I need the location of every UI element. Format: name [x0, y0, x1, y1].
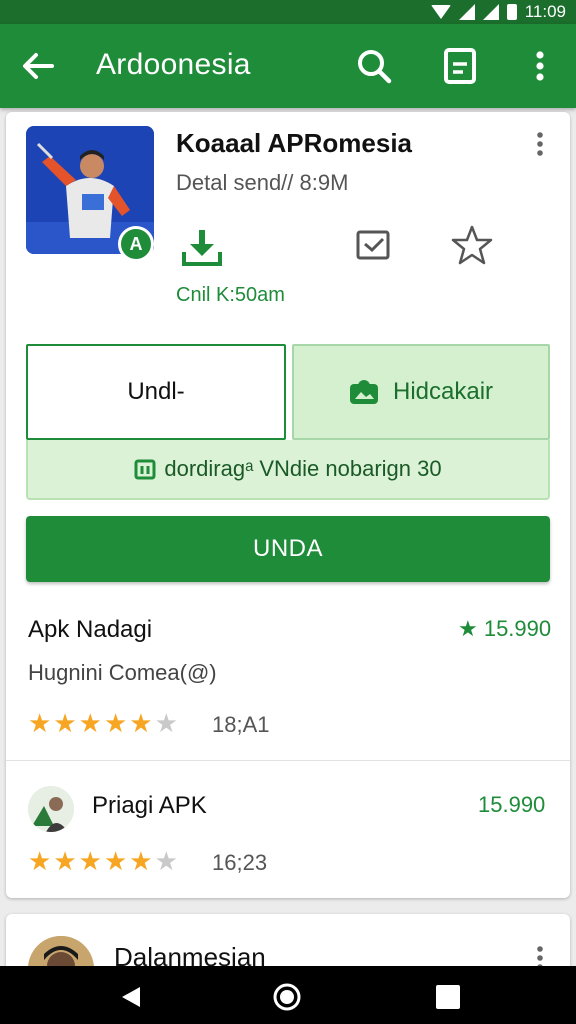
app-bar-title: Ardoonesia: [96, 48, 251, 81]
star-filled-icon: ★: [129, 846, 153, 876]
image-icon: [349, 380, 378, 404]
status-time: 11:09: [524, 2, 566, 21]
more-vert-icon[interactable]: [526, 44, 554, 88]
app-detail-card: A Koaaal APRomesia Detal send// 8:9M Cni…: [6, 112, 570, 898]
system-nav-bar: [0, 966, 576, 1024]
outline-button[interactable]: Undl-: [26, 344, 286, 440]
promo-banner[interactable]: dordiragᵃ VNdie nobarign 30: [26, 440, 550, 500]
rating-stars: ★ ★ ★ ★ ★ ★: [28, 848, 178, 874]
avatar: [28, 786, 74, 832]
wifi-icon: [430, 5, 451, 19]
signal-icon: [458, 4, 475, 20]
status-bar: 11:09: [0, 0, 576, 24]
search-icon[interactable]: [352, 44, 396, 88]
divider: [6, 760, 570, 761]
review-title: Apk Nadagi: [28, 616, 153, 643]
secondary-button-label: Hidcakair: [392, 378, 494, 405]
star-filled-icon: ★: [28, 708, 52, 738]
star-filled-icon: ★: [78, 708, 102, 738]
download-icon[interactable]: [178, 226, 226, 270]
primary-button[interactable]: UNDA: [26, 516, 550, 582]
outline-button-label: Undl-: [127, 378, 185, 405]
app-title: Koaaal APRomesia: [176, 128, 413, 158]
rating-count: 18;A1: [212, 712, 270, 737]
battery-icon: [506, 4, 517, 20]
star-empty-icon: ★: [154, 846, 178, 876]
avatar-image: [28, 786, 74, 832]
star-filled-icon: ★: [129, 708, 153, 738]
primary-button-label: UNDA: [252, 535, 323, 562]
star-filled-icon: ★: [53, 708, 77, 738]
more-vert-icon[interactable]: [530, 130, 550, 158]
app-bar: Ardoonesia: [0, 24, 576, 108]
app-subtitle: Detal send// 8:9M: [176, 170, 349, 195]
rating-stars: ★ ★ ★ ★ ★ ★: [28, 710, 178, 736]
review-price: ★ 15.990: [458, 616, 552, 641]
nav-recents-icon[interactable]: [436, 985, 460, 1009]
star-filled-icon: ★: [103, 708, 128, 738]
star-filled-icon: ★: [103, 846, 128, 876]
signal-icon-2: [482, 4, 499, 20]
arrow-back-icon[interactable]: [18, 46, 58, 86]
rating-count: 16;23: [212, 850, 268, 875]
review-title: Priagi APK: [92, 792, 207, 819]
star-filled-icon: ★: [28, 846, 52, 876]
message-icon[interactable]: [354, 226, 394, 266]
review-subtitle: Hugnini Comea(@): [28, 660, 217, 685]
star-empty-icon: ★: [154, 708, 178, 738]
review-price: 15.990: [478, 792, 546, 817]
app-meta: Cnil K:50am: [176, 284, 285, 306]
nav-back-icon[interactable]: [118, 984, 144, 1010]
nav-home-icon[interactable]: [272, 982, 302, 1012]
promo-text: dordiragᵃ VNdie nobarign 30: [164, 456, 442, 481]
calendar-icon: [134, 459, 156, 480]
document-icon[interactable]: [440, 44, 480, 88]
star-filled-icon: ★: [78, 846, 102, 876]
app-badge: A: [118, 226, 154, 262]
star-filled-icon: ★: [53, 846, 77, 876]
star-outline-icon[interactable]: [450, 224, 494, 266]
secondary-button[interactable]: Hidcakair: [292, 344, 550, 440]
